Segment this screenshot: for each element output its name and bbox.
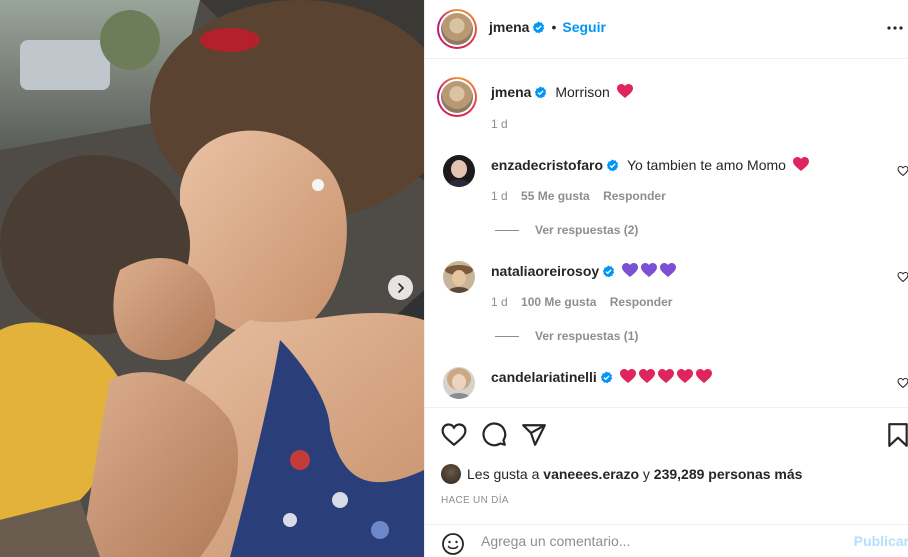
commenter-avatar[interactable] xyxy=(443,261,475,293)
liker-avatar[interactable] xyxy=(441,464,461,484)
purple-heart-emoji-icon xyxy=(660,263,677,277)
red-heart-emoji-icon xyxy=(616,84,633,98)
comment-1-meta: 1 d 55 Me gusta Responder xyxy=(491,189,676,203)
red-heart-emoji-icon xyxy=(792,157,809,171)
post-actions: Les gusta a vaneees.erazo y 239,289 pers… xyxy=(425,407,908,557)
likes-summary: Les gusta a vaneees.erazo y 239,289 pers… xyxy=(441,464,802,484)
emoji-smiley-icon[interactable] xyxy=(441,532,465,556)
post-panel: jmena • Seguir jmena Morrison 1 d enzade… xyxy=(424,0,908,557)
author-avatar[interactable] xyxy=(437,9,477,49)
likes-middle: y xyxy=(642,466,650,482)
publish-button[interactable]: Publicar xyxy=(854,533,908,549)
post-photo xyxy=(0,0,424,557)
caption-age: 1 d xyxy=(491,117,508,131)
caption-text: Morrison xyxy=(555,84,610,100)
reply-button[interactable]: Responder xyxy=(610,295,673,309)
like-comment-heart-icon[interactable] xyxy=(897,271,908,283)
photo-scene xyxy=(0,0,424,557)
commenter-avatar[interactable] xyxy=(443,367,475,399)
comment-2-meta: 1 d 100 Me gusta Responder xyxy=(491,295,682,309)
comment-bubble-icon[interactable] xyxy=(481,422,507,448)
caption: jmena Morrison xyxy=(491,84,633,100)
red-heart-emoji-icon xyxy=(695,369,712,383)
caption-author-avatar[interactable] xyxy=(437,77,477,117)
verified-badge-icon xyxy=(600,371,612,384)
comment-username[interactable]: nataliaoreirosoy xyxy=(491,263,599,279)
comment-3: candelariatinelli xyxy=(491,369,712,385)
likes-prefix: Les gusta a xyxy=(467,466,540,482)
view-replies-1[interactable]: Ver respuestas (2) xyxy=(495,223,638,237)
red-heart-emoji-icon xyxy=(619,369,636,383)
reply-button[interactable]: Responder xyxy=(603,189,666,203)
like-comment-heart-icon[interactable] xyxy=(897,165,908,177)
red-heart-emoji-icon xyxy=(638,369,655,383)
comment-likes[interactable]: 100 Me gusta xyxy=(521,295,596,309)
view-replies-2[interactable]: Ver respuestas (1) xyxy=(495,329,638,343)
red-heart-emoji-icon xyxy=(676,369,693,383)
comment-age: 1 d xyxy=(491,189,508,203)
comment-text: Yo tambien te amo Momo xyxy=(626,157,786,173)
post-timestamp: HACE UN DÍA xyxy=(441,495,509,506)
more-options-icon[interactable] xyxy=(885,18,905,38)
purple-heart-emoji-icon xyxy=(622,263,639,277)
verified-badge-icon xyxy=(535,86,547,99)
verified-badge-icon xyxy=(606,159,619,172)
purple-heart-emoji-icon xyxy=(641,263,658,277)
comment-1: enzadecristofaro Yo tambien te amo Momo xyxy=(491,157,809,173)
verified-badge-icon xyxy=(533,20,545,33)
comment-input[interactable] xyxy=(481,533,821,549)
caption-username[interactable]: jmena xyxy=(491,84,531,100)
share-send-icon[interactable] xyxy=(521,422,547,448)
separator-dot: • xyxy=(551,19,557,35)
comments-list: jmena Morrison 1 d enzadecristofaro Yo t… xyxy=(425,60,908,406)
like-heart-icon[interactable] xyxy=(441,422,467,448)
post-header: jmena • Seguir xyxy=(425,0,908,59)
add-comment-bar: Publicar xyxy=(425,524,908,557)
comment-username[interactable]: enzadecristofaro xyxy=(491,157,603,173)
follow-button[interactable]: Seguir xyxy=(562,19,606,35)
likes-count[interactable]: 239,289 personas más xyxy=(654,466,803,482)
red-heart-emoji-icon xyxy=(657,369,674,383)
chevron-right-icon xyxy=(397,282,404,293)
author-username[interactable]: jmena xyxy=(489,19,529,35)
like-comment-heart-icon[interactable] xyxy=(897,377,908,389)
liker-username[interactable]: vaneees.erazo xyxy=(543,466,639,482)
bookmark-save-icon[interactable] xyxy=(885,422,908,448)
next-photo-button[interactable] xyxy=(388,275,413,300)
verified-badge-icon xyxy=(602,265,615,278)
comment-2: nataliaoreirosoy xyxy=(491,263,677,279)
commenter-avatar[interactable] xyxy=(443,155,475,187)
comment-age: 1 d xyxy=(491,295,508,309)
comment-username[interactable]: candelariatinelli xyxy=(491,369,597,385)
comment-likes[interactable]: 55 Me gusta xyxy=(521,189,590,203)
